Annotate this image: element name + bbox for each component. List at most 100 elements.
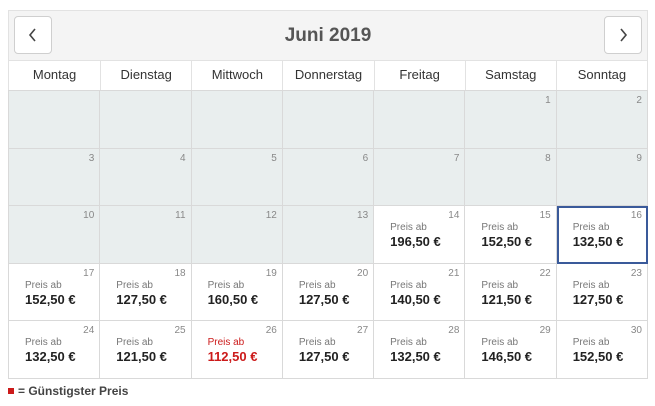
- day-number: 1: [545, 95, 551, 106]
- price-prefix: Preis ab: [390, 337, 427, 348]
- day-number: 15: [539, 210, 551, 221]
- day-cell[interactable]: 27 Preis ab 127,50 €: [282, 321, 375, 379]
- day-cell[interactable]: 14 Preis ab 196,50 €: [374, 206, 466, 264]
- day-cell[interactable]: 15 Preis ab 152,50 €: [465, 206, 557, 264]
- day-number: 30: [630, 325, 642, 336]
- day-cell[interactable]: 26 Preis ab 112,50 €: [191, 321, 283, 379]
- day-number: 28: [448, 325, 460, 336]
- price-prefix: Preis ab: [116, 337, 153, 348]
- price-value: 132,50 €: [390, 349, 441, 364]
- price-prefix: Preis ab: [481, 279, 519, 291]
- day-number: 14: [448, 210, 460, 221]
- day-cell[interactable]: 17 Preis ab 152,50 €: [9, 263, 101, 321]
- day-cell[interactable]: 20 Preis ab 127,50 €: [282, 263, 375, 321]
- day-cell: 8: [465, 148, 557, 206]
- price-prefix: Preis ab: [207, 279, 245, 291]
- weekday-header-row: Montag Dienstag Mittwoch Donnerstag Frei…: [8, 60, 648, 90]
- price-calendar: Juni 2019 Montag Dienstag Mittwoch Donne…: [8, 10, 648, 379]
- price-value: 132,50 €: [25, 349, 76, 364]
- legend: = Günstigster Preis: [8, 384, 128, 398]
- price-value: 112,50 €: [207, 349, 258, 364]
- price-prefix: Preis ab: [390, 279, 427, 291]
- empty-day-cell: [191, 91, 283, 149]
- day-number: 5: [271, 152, 277, 164]
- price-value: 152,50 €: [25, 291, 76, 307]
- price-value: 152,50 €: [481, 234, 533, 249]
- weekday-label: Dienstag: [100, 61, 191, 90]
- day-cell[interactable]: 24 Preis ab 132,50 €: [9, 321, 101, 379]
- price-prefix: Preis ab: [572, 279, 610, 291]
- day-number: 10: [83, 210, 95, 221]
- price-value: 152,50 €: [572, 349, 624, 364]
- day-number: 11: [175, 210, 186, 221]
- weekday-label: Samstag: [464, 61, 556, 90]
- day-cell: 7: [374, 148, 466, 206]
- weekday-label: Montag: [32, 67, 77, 82]
- day-number: 19: [265, 267, 277, 279]
- day-cell: 12: [191, 206, 283, 264]
- day-cell[interactable]: 21 Preis ab 140,50 €: [374, 263, 466, 321]
- price-prefix: Preis ab: [25, 337, 62, 348]
- day-number: 21: [448, 267, 460, 279]
- day-number: 6: [362, 152, 369, 164]
- price-prefix: Preis ab: [572, 337, 610, 348]
- chevron-right-icon: [620, 28, 628, 42]
- day-cell: 5: [191, 148, 283, 206]
- day-number: 23: [630, 267, 642, 279]
- day-cell[interactable]: 23 Preis ab 127,50 €: [556, 263, 648, 321]
- month-title: Juni 2019: [284, 25, 372, 46]
- cheapest-color-swatch: [8, 388, 14, 394]
- price-prefix: Preis ab: [572, 222, 610, 233]
- price-prefix: Preis ab: [481, 337, 519, 348]
- day-cell[interactable]: 28 Preis ab 132,50 €: [374, 321, 466, 379]
- day-cell[interactable]: 25 Preis ab 121,50 €: [100, 321, 192, 379]
- day-number: 25: [174, 325, 186, 336]
- day-cell: 11: [100, 206, 192, 264]
- day-number: 26: [265, 325, 277, 336]
- day-number: 22: [539, 267, 551, 279]
- day-number: 24: [83, 325, 95, 336]
- day-cell[interactable]: 18 Preis ab 127,50 €: [100, 263, 192, 321]
- price-value: 146,50 €: [481, 349, 533, 364]
- empty-day-cell: [100, 91, 192, 149]
- price-value: 121,50 €: [116, 349, 167, 364]
- day-number: 16: [630, 210, 642, 221]
- price-value: 127,50 €: [298, 291, 350, 307]
- price-value: 140,50 €: [390, 291, 441, 307]
- day-number: 20: [357, 267, 369, 279]
- day-number: 8: [545, 152, 551, 164]
- day-number: 18: [174, 267, 186, 279]
- day-cell[interactable]: 19 Preis ab 160,50 €: [191, 263, 283, 321]
- day-cell[interactable]: 30 Preis ab 152,50 €: [556, 321, 648, 379]
- price-prefix: Preis ab: [481, 222, 519, 233]
- next-month-button[interactable]: [604, 16, 642, 54]
- weekday-label: Sonntag: [555, 61, 647, 90]
- day-number: 27: [357, 325, 369, 336]
- price-prefix: Preis ab: [390, 222, 427, 233]
- price-prefix: Preis ab: [298, 337, 336, 348]
- day-cell: 4: [100, 148, 192, 206]
- price-value: 127,50 €: [116, 291, 167, 307]
- price-value: 132,50 €: [572, 234, 624, 249]
- day-number: 9: [636, 152, 642, 164]
- price-value: 160,50 €: [207, 291, 259, 307]
- empty-day-cell: [9, 91, 101, 149]
- day-number: 3: [88, 152, 95, 164]
- day-number: 12: [265, 210, 277, 221]
- price-prefix: Preis ab: [116, 279, 153, 291]
- price-prefix: Preis ab: [207, 337, 245, 348]
- day-cell: 3: [9, 148, 101, 206]
- price-value: 121,50 €: [481, 291, 533, 307]
- day-cell: 10: [9, 206, 101, 264]
- weekday-label: Mittwoch: [191, 61, 282, 90]
- day-number: 17: [83, 267, 95, 279]
- day-number: 29: [539, 325, 551, 336]
- empty-day-cell: [282, 91, 375, 149]
- day-cell[interactable]: 16 Preis ab 132,50 €: [556, 206, 648, 264]
- day-number: 13: [357, 210, 369, 221]
- day-cell: 13: [282, 206, 375, 264]
- day-cell[interactable]: 29 Preis ab 146,50 €: [465, 321, 557, 379]
- price-value: 127,50 €: [298, 349, 350, 364]
- day-cell[interactable]: 22 Preis ab 121,50 €: [465, 263, 557, 321]
- day-number: 7: [453, 152, 460, 164]
